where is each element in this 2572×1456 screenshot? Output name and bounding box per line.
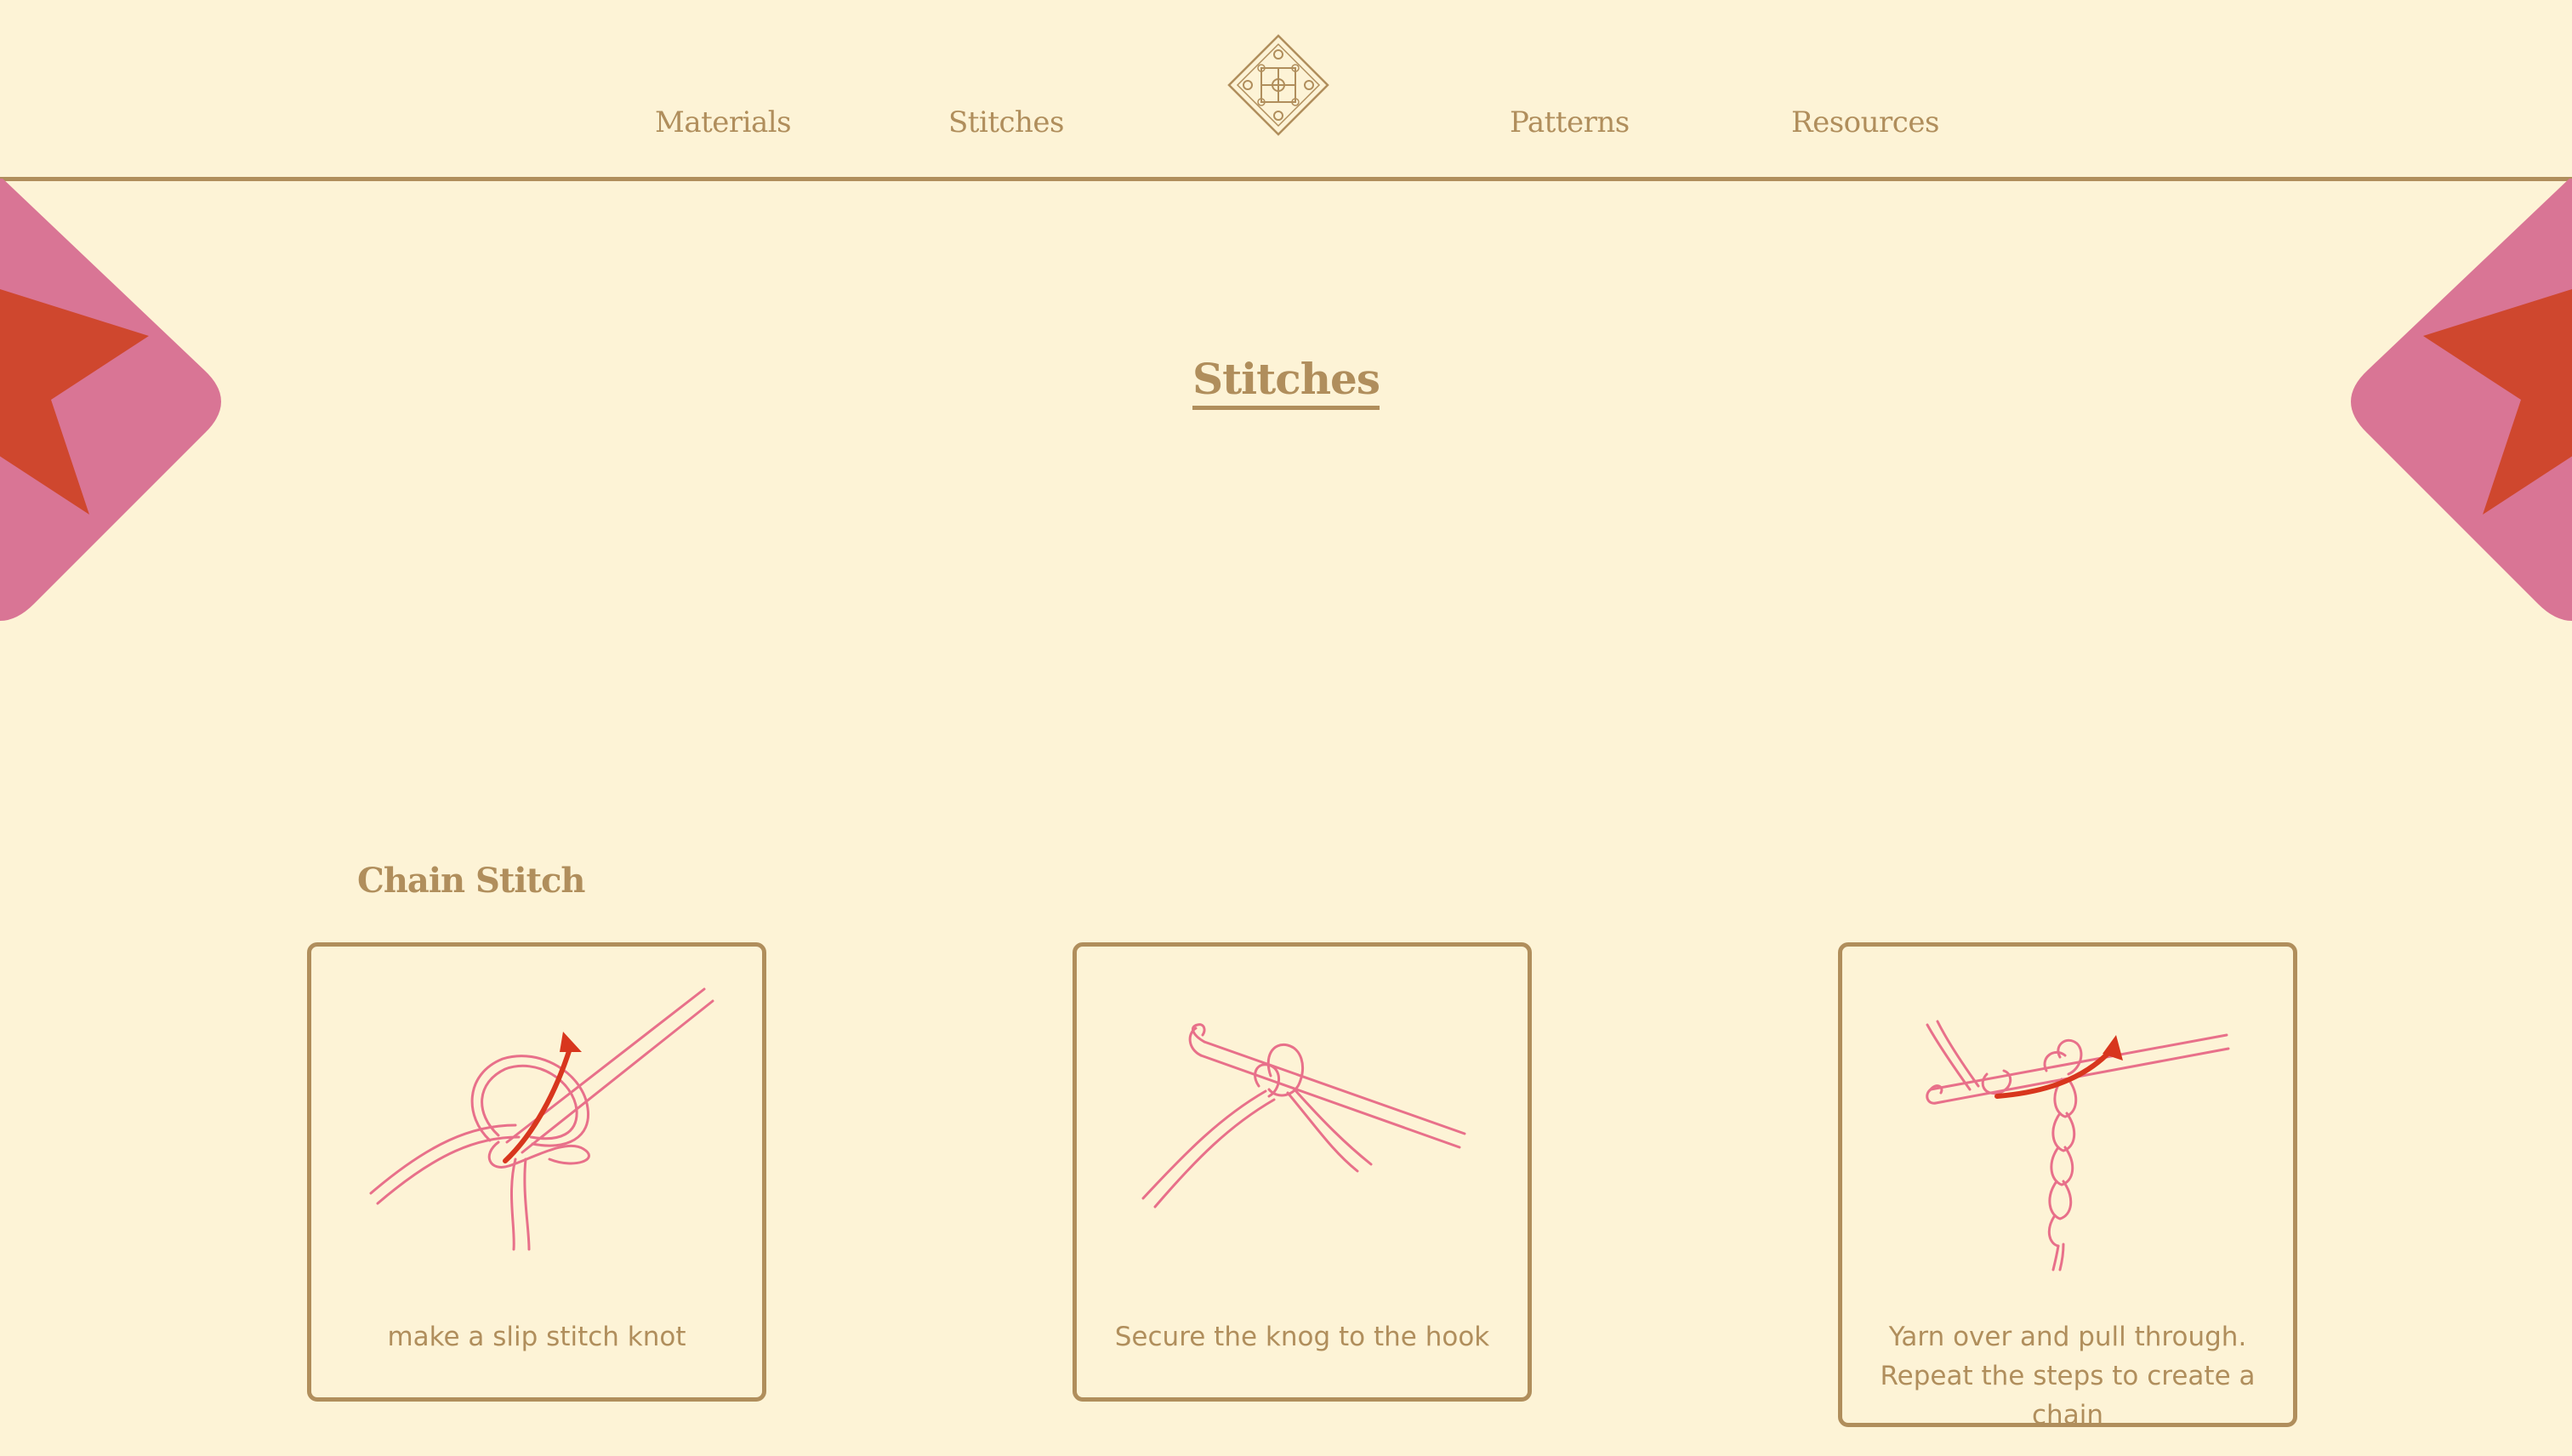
page-title-text: Stitches	[1192, 354, 1380, 410]
step-card-3: Yarn over and pull through. Repeat the s…	[1838, 942, 2297, 1430]
slip-knot-illustration	[369, 987, 714, 1251]
nav-link-patterns[interactable]: Patterns	[1510, 105, 1630, 139]
nav-link-resources[interactable]: Resources	[1791, 105, 1939, 139]
section-title: Chain Stitch	[357, 861, 586, 901]
step-card-1: make a slip stitch knot	[307, 942, 766, 1402]
nav-link-materials[interactable]: Materials	[655, 105, 792, 139]
knot-on-hook-illustration	[1141, 1023, 1466, 1209]
step-card-2: Secure the knog to the hook	[1073, 942, 1532, 1402]
nav-link-stitches[interactable]: Stitches	[948, 105, 1065, 139]
chain-illustration	[1926, 1020, 2230, 1271]
page-title: Stitches	[0, 354, 2572, 410]
step-caption: Secure the knog to the hook	[1114, 1322, 1490, 1352]
granny-square-logo-icon[interactable]	[1226, 32, 1331, 138]
step-caption: make a slip stitch knot	[387, 1322, 686, 1352]
site-header: Materials Stitches Patterns Resources	[0, 0, 2572, 181]
step-caption: Yarn over and pull through. Repeat the s…	[1880, 1322, 2256, 1430]
